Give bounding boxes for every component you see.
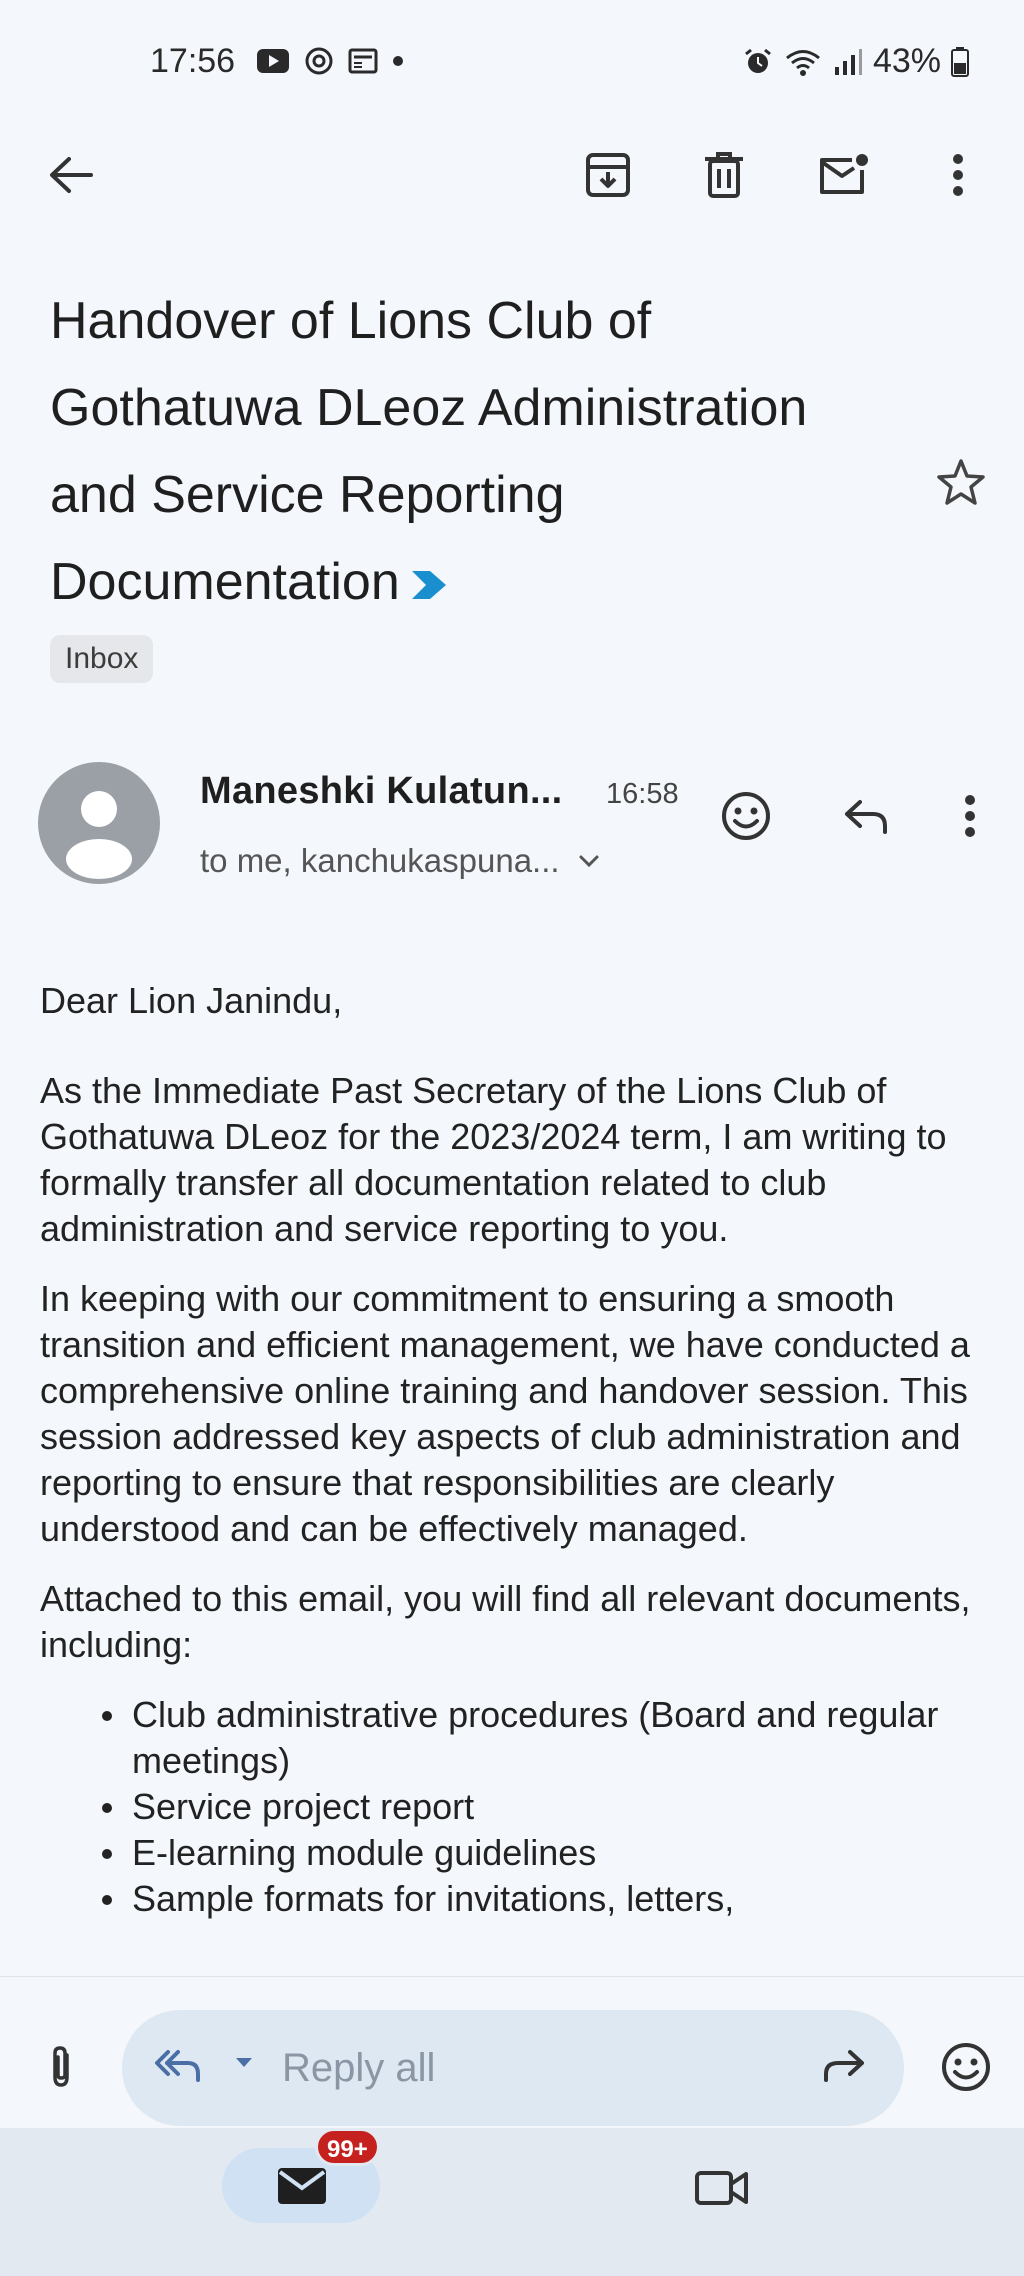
email-body: Dear Lion Janindu, As the Immediate Past… <box>40 978 990 1922</box>
status-bar: 17:56 43% <box>0 0 1024 120</box>
emoji-icon <box>940 2041 992 2093</box>
battery-icon <box>951 46 969 77</box>
message-more-button[interactable] <box>950 786 990 846</box>
add-reaction-button[interactable] <box>716 786 776 846</box>
greeting: Dear Lion Janindu, <box>40 980 343 1021</box>
status-notification-icons <box>256 46 404 76</box>
body-paragraph: Attached to this email, you will find al… <box>40 1578 971 1665</box>
video-camera-icon <box>694 2168 750 2208</box>
star-icon <box>936 458 986 506</box>
back-button[interactable] <box>38 140 102 210</box>
more-options-button[interactable] <box>938 140 978 210</box>
mark-unread-button[interactable] <box>812 140 876 210</box>
reply-placeholder: Reply all <box>282 2046 436 2090</box>
list-item: Sample formats for invitations, letters, <box>102 1876 990 1922</box>
avatar[interactable] <box>38 762 160 884</box>
archive-button[interactable] <box>576 140 640 210</box>
list-item: E-learning module guidelines <box>102 1830 990 1876</box>
delete-icon <box>703 151 745 199</box>
status-system-icons: 43% <box>743 42 969 81</box>
forward-icon[interactable] <box>822 2046 866 2086</box>
body-paragraph: As the Immediate Past Secretary of the L… <box>40 1070 947 1249</box>
more-vert-icon <box>964 795 976 837</box>
reply-icon <box>843 796 889 836</box>
email-toolbar <box>0 140 1024 210</box>
more-vert-icon <box>952 154 964 196</box>
body-paragraph: In keeping with our commitment to ensuri… <box>40 1278 970 1549</box>
list-item: Club administrative procedures (Board an… <box>102 1692 990 1784</box>
subject-text: Handover of Lions Club of Gothatuwa DLeo… <box>50 292 808 611</box>
wifi-icon <box>783 47 823 77</box>
reply-all-field[interactable]: Reply all <box>122 2010 904 2126</box>
reply-bar: Reply all <box>0 1976 1024 2128</box>
sender-time: 16:58 <box>606 778 679 810</box>
emoji-button[interactable] <box>936 2037 996 2097</box>
back-arrow-icon <box>47 155 93 195</box>
sync-icon <box>304 46 334 76</box>
emoji-icon <box>720 790 772 842</box>
inbox-label-chip[interactable]: Inbox <box>50 635 154 683</box>
archive-icon <box>585 152 631 198</box>
recipients-toggle[interactable]: to me, kanchukaspuna... <box>200 842 600 880</box>
reply-all-icon <box>154 2046 202 2086</box>
bottom-navigation: 99+ <box>0 2128 1024 2276</box>
alarm-icon <box>743 47 773 77</box>
list-item: Service project report <box>102 1784 990 1830</box>
email-subject: Handover of Lions Club of Gothatuwa DLeo… <box>50 278 830 626</box>
sender-name[interactable]: Maneshki Kulatun... <box>200 770 563 813</box>
mark-unread-icon <box>818 152 870 198</box>
unread-badge: 99+ <box>315 2128 380 2166</box>
status-time: 17:56 <box>150 42 236 80</box>
importance-marker-icon[interactable] <box>408 568 452 602</box>
attach-button[interactable] <box>40 2037 82 2097</box>
chevron-down-icon <box>578 854 600 868</box>
nav-meet-tab[interactable] <box>690 2158 754 2218</box>
youtube-icon <box>256 48 290 74</box>
signal-icon <box>833 47 863 77</box>
reply-button[interactable] <box>836 786 896 846</box>
attachment-icon <box>49 2045 73 2089</box>
recipients-text: to me, kanchukaspuna... <box>200 842 560 879</box>
reply-type-dropdown-icon[interactable] <box>234 2056 254 2070</box>
mail-icon <box>276 2166 328 2206</box>
dot-icon <box>392 55 404 67</box>
battery-percent: 43% <box>872 42 941 80</box>
attachment-list: Club administrative procedures (Board an… <box>102 1692 990 1922</box>
star-button[interactable] <box>936 458 986 506</box>
news-icon <box>348 47 378 75</box>
delete-button[interactable] <box>692 140 756 210</box>
